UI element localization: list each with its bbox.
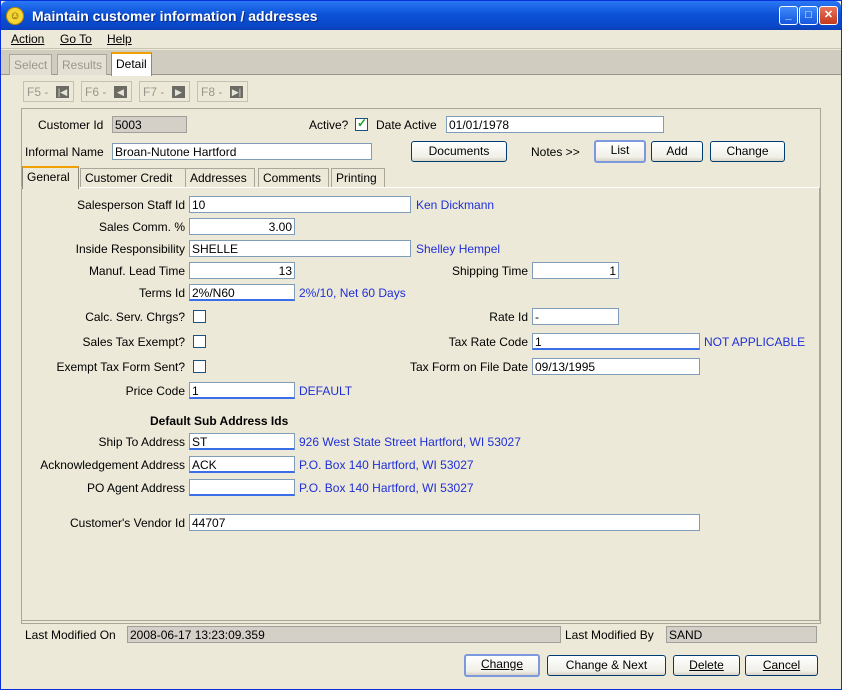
exempt-form-label: Exempt Tax Form Sent? (56, 360, 186, 374)
tab-select[interactable]: Select (9, 54, 53, 75)
po-agent-field[interactable] (189, 479, 295, 496)
rate-id-label: Rate Id (489, 310, 528, 324)
tab-printing[interactable]: Printing (331, 168, 385, 188)
last-modified-on-label: Last Modified On (25, 628, 116, 642)
menu-bar: Action Go To Help (1, 30, 841, 49)
tab-general[interactable]: General (22, 166, 79, 189)
terms-label: Terms Id (138, 286, 185, 300)
last-record-button[interactable]: F8 - ▶| (197, 81, 248, 102)
delete-button[interactable]: Delete (673, 655, 740, 676)
window-title: Maintain customer information / addresse… (32, 8, 318, 24)
sales-comm-label: Sales Comm. % (98, 220, 185, 234)
documents-button[interactable]: Documents (411, 141, 507, 162)
vendor-id-label: Customer's Vendor Id (69, 516, 185, 530)
price-code-field[interactable]: 1 (189, 382, 295, 399)
top-tab-bar: Select Results Detail (1, 50, 841, 76)
title-bar: ☺ Maintain customer information / addres… (1, 1, 841, 30)
ack-field[interactable]: ACK (189, 456, 295, 473)
sub-address-heading: Default Sub Address Ids (150, 414, 289, 428)
app-window: ☺ Maintain customer information / addres… (0, 0, 842, 690)
last-modified-on-field: 2008-06-17 13:23:09.359 (127, 626, 561, 643)
date-active-label: Date Active (376, 118, 437, 132)
first-record-icon: |◀ (56, 86, 69, 98)
salesperson-field[interactable]: 10 (189, 196, 411, 213)
ship-to-field[interactable]: ST (189, 433, 295, 450)
lead-time-field[interactable]: 13 (189, 262, 295, 279)
terms-field[interactable]: 2%/N60 (189, 284, 295, 301)
informal-name-label: Informal Name (25, 145, 104, 159)
maximize-icon[interactable]: □ (799, 6, 818, 25)
po-agent-label: PO Agent Address (86, 481, 185, 495)
salesperson-name: Ken Dickmann (416, 198, 495, 212)
customer-id-field[interactable]: 5003 (112, 116, 187, 133)
tab-results[interactable]: Results (57, 54, 108, 75)
po-agent-description: P.O. Box 140 Hartford, WI 53027 (299, 481, 474, 495)
tax-form-date-field[interactable]: 09/13/1995 (532, 358, 700, 375)
tax-rate-description: NOT APPLICABLE (704, 335, 806, 349)
ship-to-description: 926 West State Street Hartford, WI 53027 (299, 435, 521, 449)
tab-addresses[interactable]: Addresses (185, 168, 255, 188)
ack-description: P.O. Box 140 Hartford, WI 53027 (299, 458, 474, 472)
sales-tax-exempt-label: Sales Tax Exempt? (82, 335, 186, 349)
active-checkbox[interactable] (355, 116, 368, 131)
tax-rate-code-field[interactable]: 1 (532, 333, 700, 350)
last-modified-by-field: SAND (666, 626, 817, 643)
salesperson-label: Salesperson Staff Id (77, 198, 185, 212)
terms-description: 2%/10, Net 60 Days (299, 286, 406, 300)
tab-detail[interactable]: Detail (111, 52, 152, 76)
notes-add-button[interactable]: Add (651, 141, 703, 162)
notes-list-button[interactable]: List (594, 140, 646, 163)
change-next-button[interactable]: Change & Next (547, 655, 666, 676)
sales-tax-exempt-checkbox[interactable] (193, 335, 206, 348)
prev-record-button[interactable]: F6 - ◀ (81, 81, 132, 102)
first-record-button[interactable]: F5 - |◀ (23, 81, 74, 102)
shipping-time-field[interactable]: 1 (532, 262, 619, 279)
menu-goto[interactable]: Go To (60, 32, 92, 46)
notes-label: Notes >> (531, 145, 580, 159)
last-record-icon: ▶| (230, 86, 243, 98)
exempt-form-checkbox[interactable] (193, 360, 206, 373)
last-modified-by-label: Last Modified By (565, 628, 654, 642)
inside-resp-label: Inside Responsibility (75, 242, 185, 256)
vendor-id-field[interactable]: 44707 (189, 514, 700, 531)
menu-help[interactable]: Help (107, 32, 132, 46)
informal-name-field[interactable]: Broan-Nutone Hartford (112, 143, 372, 160)
notes-change-button[interactable]: Change (710, 141, 785, 162)
change-button[interactable]: Change (464, 654, 540, 677)
sales-comm-field[interactable]: 3.00 (189, 218, 295, 235)
calc-serv-label: Calc. Serv. Chrgs? (85, 310, 185, 324)
shipping-time-label: Shipping Time (451, 264, 528, 278)
lead-time-label: Manuf. Lead Time (88, 264, 185, 278)
smiley-app-icon: ☺ (6, 7, 24, 25)
rate-id-field[interactable]: - (532, 308, 619, 325)
tax-rate-code-label: Tax Rate Code (448, 335, 528, 349)
price-code-description: DEFAULT (299, 384, 353, 398)
inside-resp-field[interactable]: SHELLE (189, 240, 411, 257)
next-record-icon: ▶ (172, 86, 185, 98)
inside-resp-name: Shelley Hempel (416, 242, 501, 256)
prev-record-icon: ◀ (114, 86, 127, 98)
tab-comments[interactable]: Comments (258, 168, 329, 188)
ack-label: Acknowledgement Address (40, 458, 185, 472)
date-active-field[interactable]: 01/01/1978 (446, 116, 664, 133)
minimize-icon[interactable]: _ (779, 6, 798, 25)
cancel-button[interactable]: Cancel (745, 655, 818, 676)
next-record-button[interactable]: F7 - ▶ (139, 81, 190, 102)
active-label: Active? (309, 118, 349, 132)
price-code-label: Price Code (125, 384, 185, 398)
tab-customer-credit[interactable]: Customer Credit (80, 168, 202, 188)
ship-to-label: Ship To Address (98, 435, 185, 449)
menu-action[interactable]: Action (11, 32, 44, 46)
customer-id-label: Customer Id (38, 118, 104, 132)
tax-form-date-label: Tax Form on File Date (409, 360, 528, 374)
calc-serv-checkbox[interactable] (193, 310, 206, 323)
close-icon[interactable]: ✕ (819, 6, 838, 25)
